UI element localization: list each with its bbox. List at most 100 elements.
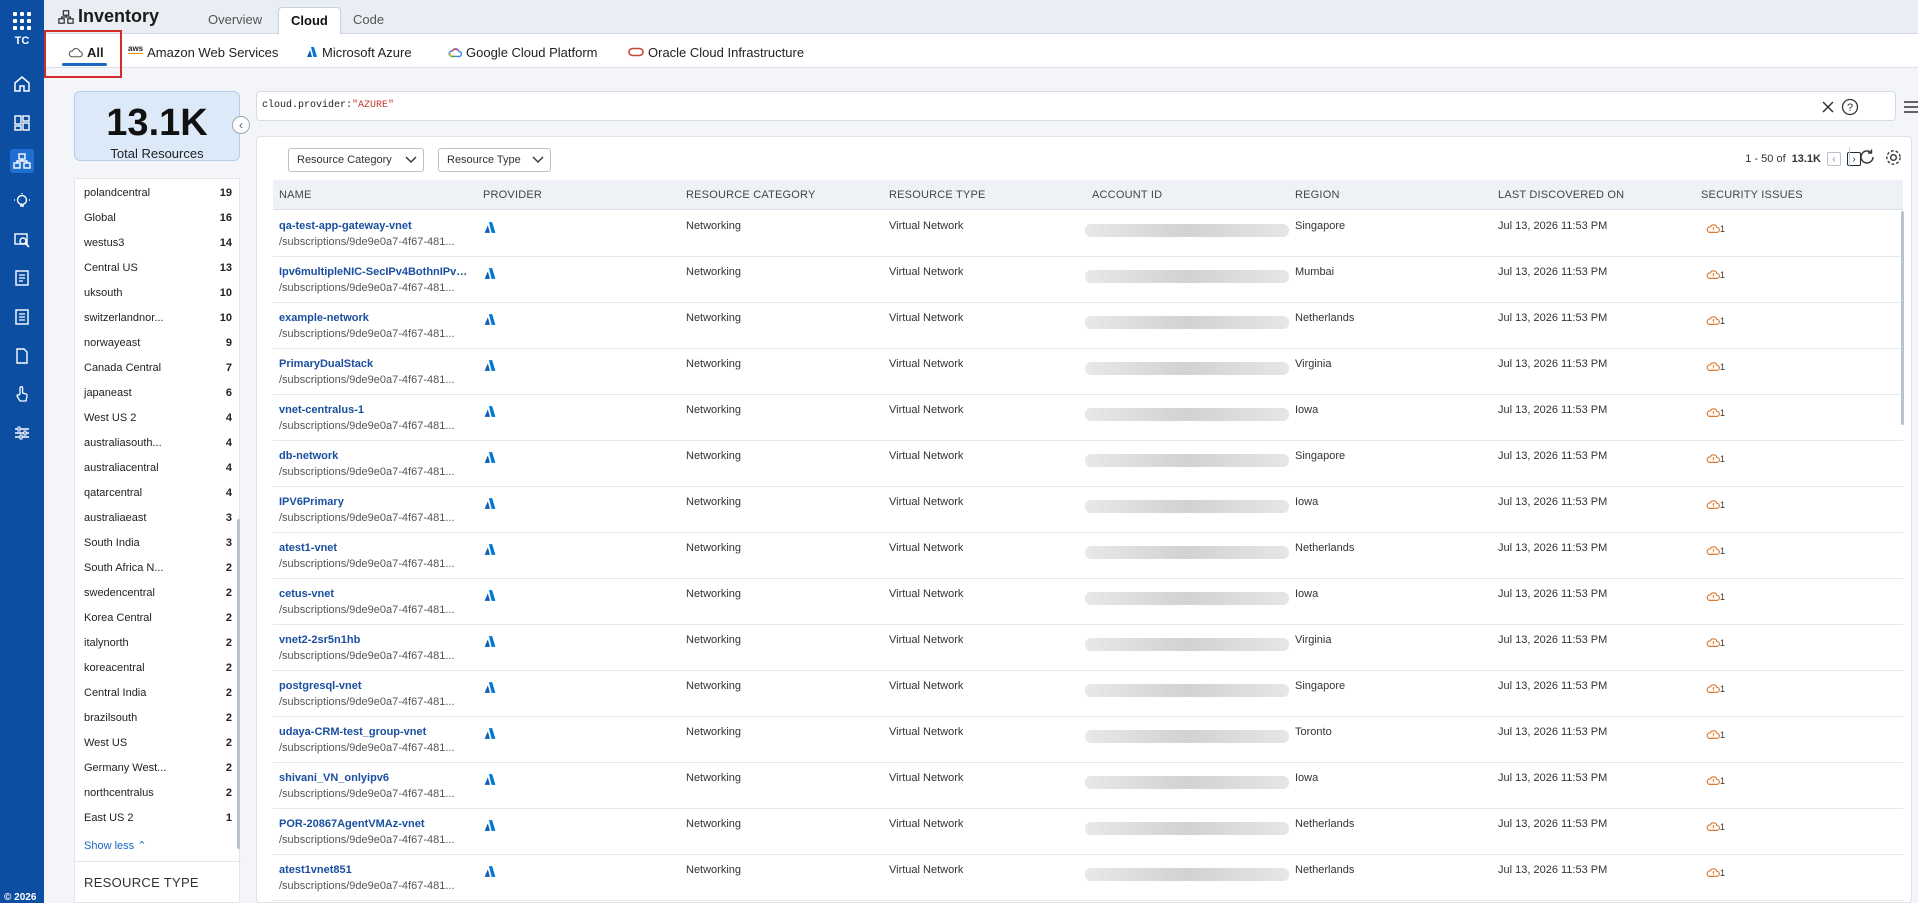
column-header-resource-type[interactable]: RESOURCE TYPE — [889, 189, 986, 201]
hamburger-menu-icon[interactable] — [1903, 100, 1918, 114]
security-issues-cell[interactable]: 1 — [1706, 636, 1725, 650]
region-filter-item[interactable]: australiaeast 3 — [84, 512, 232, 524]
resource-name-link[interactable]: vnet2-2sr5n1hb — [279, 634, 469, 646]
security-issues-cell[interactable]: 1 — [1706, 682, 1725, 696]
prev-page-button[interactable]: ‹ — [1827, 152, 1841, 166]
tenant-initials[interactable]: TC — [0, 35, 44, 47]
resource-name-link[interactable]: IPV6Primary — [279, 496, 469, 508]
column-header-account-id[interactable]: ACCOUNT ID — [1092, 189, 1162, 201]
provider-tab-azure[interactable]: Microsoft Azure — [306, 40, 412, 64]
table-row[interactable]: Ipv6multipleNIC-SecIPv4BothnIPv6... /subs… — [273, 257, 1903, 303]
table-row[interactable]: db-network/subscriptions/9de9e0a7-4f67-4… — [273, 441, 1903, 487]
security-issues-cell[interactable]: 1 — [1706, 728, 1725, 742]
resource-category-dropdown[interactable]: Resource Category — [288, 148, 424, 172]
security-issues-cell[interactable]: 1 — [1706, 498, 1725, 512]
table-row[interactable]: qa-test-app-gateway-vnet/subscriptions/9… — [273, 211, 1903, 257]
table-row[interactable]: udaya-CRM-test_group-vnet/subscriptions/… — [273, 717, 1903, 763]
table-row[interactable]: postgresql-vnet/subscriptions/9de9e0a7-4… — [273, 671, 1903, 717]
table-row[interactable]: POR-20867AgentVMAz-vnet/subscriptions/9d… — [273, 809, 1903, 855]
column-header-provider[interactable]: PROVIDER — [483, 189, 542, 201]
column-header-region[interactable]: REGION — [1295, 189, 1340, 201]
resource-name-link[interactable]: db-network — [279, 450, 469, 462]
provider-tab-gcp[interactable]: Google Cloud Platform — [448, 40, 598, 64]
region-filter-item[interactable]: uksouth 10 — [84, 287, 232, 299]
region-filter-item[interactable]: japaneast 6 — [84, 387, 232, 399]
tab-overview[interactable]: Overview — [196, 7, 274, 34]
column-header-name[interactable]: NAME — [279, 189, 312, 201]
region-filter-item[interactable]: West US 2 — [84, 737, 232, 749]
region-filter-item[interactable]: West US 2 4 — [84, 412, 232, 424]
table-row[interactable]: atest1vnet851/subscriptions/9de9e0a7-4f6… — [273, 855, 1903, 901]
resource-name-link[interactable]: qa-test-app-gateway-vnet — [279, 220, 469, 232]
region-filter-item[interactable]: koreacentral 2 — [84, 662, 232, 674]
region-filter-item[interactable]: polandcentral 19 — [84, 187, 232, 199]
provider-tab-aws[interactable]: aws Amazon Web Services — [128, 40, 278, 64]
region-filter-item[interactable]: australiacentral 4 — [84, 462, 232, 474]
resource-name-link[interactable]: postgresql-vnet — [279, 680, 469, 692]
insights-icon[interactable] — [10, 189, 34, 213]
resource-name-link[interactable]: atest1-vnet — [279, 542, 469, 554]
tab-code[interactable]: Code — [341, 7, 396, 34]
clear-search-icon[interactable] — [1821, 100, 1835, 114]
column-header-security-issues[interactable]: SECURITY ISSUES — [1701, 189, 1803, 201]
tab-cloud[interactable]: Cloud — [278, 7, 341, 34]
security-issues-cell[interactable]: 1 — [1706, 452, 1725, 466]
region-filter-item[interactable]: Germany West... 2 — [84, 762, 232, 774]
region-filter-item[interactable]: qatarcentral 4 — [84, 487, 232, 499]
refresh-icon[interactable] — [1858, 148, 1876, 166]
table-row[interactable]: shivani_VN_onlyipv6/subscriptions/9de9e0… — [273, 763, 1903, 809]
resource-name-link[interactable]: shivani_VN_onlyipv6 — [279, 772, 469, 784]
resource-type-section-title[interactable]: RESOURCE TYPE — [84, 875, 199, 890]
table-row[interactable]: PrimaryDualStack/subscriptions/9de9e0a7-… — [273, 349, 1903, 395]
region-filter-item[interactable]: South India 3 — [84, 537, 232, 549]
reports-icon[interactable] — [10, 266, 34, 290]
gear-icon[interactable] — [1884, 148, 1903, 167]
resource-name-link[interactable]: POR-20867AgentVMAz-vnet — [279, 818, 469, 830]
table-row[interactable]: atest1-vnet/subscriptions/9de9e0a7-4f67-… — [273, 533, 1903, 579]
region-filter-item[interactable]: Canada Central 7 — [84, 362, 232, 374]
resource-name-link[interactable]: example-network — [279, 312, 469, 324]
app-grid-icon[interactable] — [13, 12, 31, 30]
documents-icon[interactable] — [10, 344, 34, 368]
collapse-panel-button[interactable]: ‹ — [232, 116, 250, 134]
inventory-icon[interactable] — [10, 149, 34, 173]
security-issues-cell[interactable]: 1 — [1706, 406, 1725, 420]
region-filter-item[interactable]: westus3 14 — [84, 237, 232, 249]
column-header-resource-category[interactable]: RESOURCE CATEGORY — [686, 189, 816, 201]
region-filter-item[interactable]: South Africa N... 2 — [84, 562, 232, 574]
table-row[interactable]: vnet-centralus-1/subscriptions/9de9e0a7-… — [273, 395, 1903, 441]
region-filter-item[interactable]: East US 2 1 — [84, 812, 232, 824]
region-filter-item[interactable]: switzerlandnor... 10 — [84, 312, 232, 324]
security-issues-cell[interactable]: 1 — [1706, 222, 1725, 236]
help-icon[interactable]: ? — [1841, 98, 1859, 116]
resource-name-link[interactable]: PrimaryDualStack — [279, 358, 469, 370]
security-issues-cell[interactable]: 1 — [1706, 774, 1725, 788]
resource-name-link[interactable]: vnet-centralus-1 — [279, 404, 469, 416]
resource-name-link[interactable]: atest1vnet851 — [279, 864, 469, 876]
region-filter-item[interactable]: swedencentral 2 — [84, 587, 232, 599]
table-row[interactable]: example-network/subscriptions/9de9e0a7-4… — [273, 303, 1903, 349]
security-issues-cell[interactable]: 1 — [1706, 544, 1725, 558]
column-header-last-discovered[interactable]: LAST DISCOVERED ON — [1498, 189, 1624, 201]
settings-sliders-icon[interactable] — [10, 421, 34, 445]
region-filter-item[interactable]: northcentralus 2 — [84, 787, 232, 799]
security-issues-cell[interactable]: 1 — [1706, 314, 1725, 328]
region-filter-item[interactable]: Central India 2 — [84, 687, 232, 699]
resource-name-link[interactable]: Ipv6multipleNIC-SecIPv4BothnIPv6... — [279, 266, 469, 278]
filter-scrollbar[interactable] — [237, 519, 240, 849]
dashboard-icon[interactable] — [10, 111, 34, 135]
security-issues-cell[interactable]: 1 — [1706, 820, 1725, 834]
resource-type-dropdown[interactable]: Resource Type — [438, 148, 551, 172]
region-filter-item[interactable]: brazilsouth 2 — [84, 712, 232, 724]
region-filter-item[interactable]: australiasouth... 4 — [84, 437, 232, 449]
table-row[interactable]: cetus-vnet/subscriptions/9de9e0a7-4f67-4… — [273, 579, 1903, 625]
security-issues-cell[interactable]: 1 — [1706, 360, 1725, 374]
region-filter-item[interactable]: Central US 13 — [84, 262, 232, 274]
table-row[interactable]: vnet2-2sr5n1hb/subscriptions/9de9e0a7-4f… — [273, 625, 1903, 671]
provider-tab-oracle[interactable]: Oracle Cloud Infrastructure — [628, 40, 804, 64]
table-row[interactable]: IPV6Primary/subscriptions/9de9e0a7-4f67-… — [273, 487, 1903, 533]
region-filter-item[interactable]: italynorth 2 — [84, 637, 232, 649]
home-icon[interactable] — [10, 72, 34, 96]
policies-icon[interactable] — [10, 305, 34, 329]
search-query-input[interactable]: cloud.provider:"AZURE" ? — [256, 91, 1896, 121]
